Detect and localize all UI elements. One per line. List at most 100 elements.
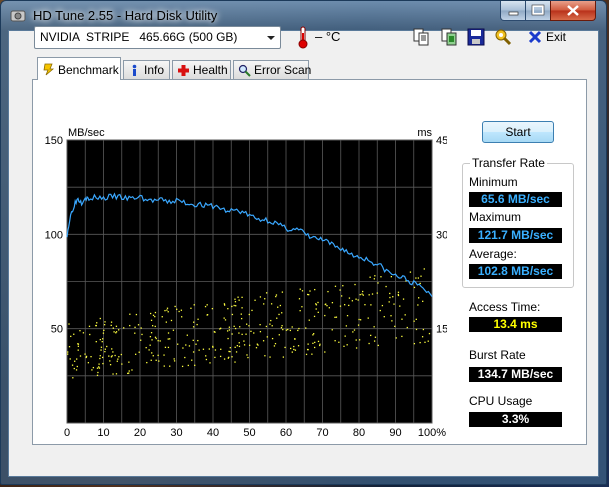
scatter-point bbox=[293, 348, 295, 351]
scatter-point bbox=[158, 360, 160, 362]
tab-health[interactable]: Health bbox=[172, 60, 231, 79]
scatter-point bbox=[315, 303, 317, 305]
save-icon[interactable] bbox=[467, 28, 485, 46]
scatter-point bbox=[253, 332, 255, 334]
options-icon[interactable] bbox=[494, 28, 512, 46]
scatter-point bbox=[293, 345, 295, 348]
scatter-point bbox=[165, 321, 167, 323]
scatter-point bbox=[75, 369, 78, 371]
scatter-point bbox=[246, 354, 248, 356]
scatter-point bbox=[279, 304, 282, 307]
scatter-point bbox=[250, 330, 252, 332]
scatter-point bbox=[415, 277, 417, 279]
scatter-point bbox=[298, 327, 300, 330]
scatter-point bbox=[159, 340, 161, 342]
scatter-point bbox=[348, 297, 351, 299]
scatter-point bbox=[161, 316, 163, 318]
scatter-point bbox=[181, 365, 184, 368]
tab-error-scan[interactable]: Error Scan bbox=[233, 60, 311, 79]
maximize-icon bbox=[531, 4, 545, 16]
scatter-point bbox=[102, 362, 104, 365]
minimize-button[interactable] bbox=[500, 1, 526, 21]
scatter-point bbox=[112, 373, 114, 375]
start-button[interactable]: Start bbox=[482, 121, 554, 143]
tab-benchmark[interactable]: Benchmark bbox=[37, 57, 121, 80]
scatter-point bbox=[196, 323, 198, 326]
scatter-point bbox=[385, 285, 387, 288]
scatter-point bbox=[271, 337, 274, 340]
scatter-point bbox=[117, 358, 119, 360]
exit-button[interactable]: Exit bbox=[528, 28, 568, 48]
scatter-point bbox=[152, 355, 154, 357]
thermometer-icon bbox=[298, 26, 308, 49]
scatter-point bbox=[383, 316, 385, 318]
scatter-point bbox=[231, 305, 233, 308]
scatter-point bbox=[367, 317, 369, 319]
scatter-point bbox=[334, 316, 336, 318]
scatter-point bbox=[313, 333, 315, 335]
scatter-point bbox=[77, 349, 79, 351]
scatter-point bbox=[76, 365, 78, 368]
scatter-point bbox=[343, 304, 346, 306]
scatter-point bbox=[169, 365, 171, 367]
scatter-point bbox=[234, 298, 236, 300]
scatter-point bbox=[220, 348, 222, 350]
scatter-point bbox=[167, 332, 170, 334]
scatter-point bbox=[109, 360, 111, 362]
scatter-point bbox=[312, 342, 314, 344]
scatter-point bbox=[228, 350, 230, 353]
scatter-point bbox=[197, 318, 199, 320]
scatter-point bbox=[149, 335, 152, 338]
scatter-point bbox=[395, 337, 397, 339]
scatter-point bbox=[409, 271, 412, 273]
scatter-point bbox=[305, 353, 308, 356]
scatter-point bbox=[211, 307, 214, 310]
scatter-point bbox=[291, 326, 293, 328]
scatter-point bbox=[297, 329, 299, 332]
scatter-point bbox=[241, 333, 243, 336]
scatter-point bbox=[104, 350, 106, 353]
tab-info[interactable]: Info bbox=[123, 60, 170, 79]
scatter-point bbox=[238, 332, 240, 334]
scatter-point bbox=[73, 367, 75, 370]
scatter-point bbox=[251, 309, 253, 312]
scatter-point bbox=[406, 326, 408, 329]
maximize-button[interactable] bbox=[525, 1, 551, 21]
x-tick-label: 20 bbox=[134, 427, 146, 439]
scatter-point bbox=[111, 348, 113, 350]
scatter-point bbox=[115, 373, 118, 375]
scatter-point bbox=[68, 346, 71, 348]
drive-select[interactable]: NVIDIA STRIPE 465.66G (500 GB) bbox=[34, 26, 281, 49]
scatter-point bbox=[140, 339, 142, 341]
scatter-point bbox=[389, 296, 391, 299]
scatter-point bbox=[101, 340, 103, 343]
scatter-point bbox=[362, 294, 364, 296]
scatter-point bbox=[229, 347, 231, 349]
scatter-point bbox=[92, 366, 95, 369]
x-tick-label: 60 bbox=[280, 427, 292, 439]
scatter-point bbox=[290, 347, 292, 350]
copy-screenshot-icon[interactable] bbox=[440, 28, 458, 46]
scatter-point bbox=[187, 364, 189, 367]
scatter-point bbox=[182, 347, 184, 349]
close-button[interactable] bbox=[550, 1, 596, 21]
scatter-point bbox=[238, 299, 240, 301]
scatter-point bbox=[257, 344, 259, 346]
copy-text-icon[interactable] bbox=[412, 28, 430, 46]
scatter-point bbox=[99, 338, 101, 341]
scatter-point bbox=[234, 361, 236, 363]
scatter-point bbox=[248, 325, 250, 327]
scatter-point bbox=[361, 293, 363, 295]
scatter-point bbox=[95, 340, 97, 343]
scatter-point bbox=[101, 356, 104, 359]
scatter-point bbox=[373, 278, 376, 280]
chart-grid bbox=[66, 139, 433, 424]
scatter-point bbox=[373, 340, 376, 342]
scatter-point bbox=[234, 327, 237, 330]
scatter-point bbox=[180, 309, 183, 311]
scatter-point bbox=[404, 314, 406, 316]
scatter-point bbox=[223, 303, 226, 305]
scatter-point bbox=[99, 357, 101, 360]
scatter-point bbox=[192, 326, 195, 328]
scatter-point bbox=[192, 351, 195, 353]
